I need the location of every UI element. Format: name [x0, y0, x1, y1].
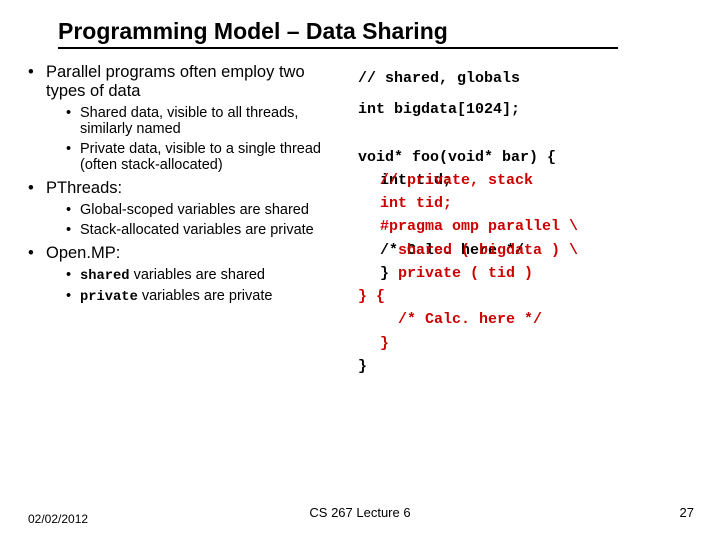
code-l10: /* Calc. here */	[358, 308, 678, 331]
footer-date: 02/02/2012	[28, 512, 88, 526]
code-l4-overlay: // private, stack	[380, 169, 533, 192]
code-l3: void* foo(void* bar) {	[358, 146, 678, 169]
txt-shared: variables are shared	[130, 267, 265, 283]
code-l12: }	[358, 355, 678, 378]
bullet-pthreads: PThreads: Global-scoped variables are sh…	[28, 179, 348, 238]
bullet-openmp-sub1: shared variables are shared	[66, 267, 348, 284]
bullet-intro: Parallel programs often employ two types…	[28, 63, 348, 173]
footer-center: CS 267 Lecture 6	[309, 505, 410, 520]
left-column: Parallel programs often employ two types…	[28, 63, 348, 378]
code-l5: int tid;	[358, 192, 678, 215]
code-l6: #pragma omp parallel \	[358, 215, 678, 238]
code-l9a: }	[358, 288, 376, 305]
txt-private: variables are private	[138, 288, 273, 304]
code-l2: int bigdata[1024];	[358, 98, 678, 121]
code-l8-overlay: private ( tid )	[398, 262, 533, 285]
bullet-openmp-text: Open.MP:	[46, 244, 120, 262]
bullet-pthreads-text: PThreads:	[46, 179, 122, 197]
bullet-pthreads-sub1: Global-scoped variables are shared	[66, 202, 348, 218]
footer-page-number: 27	[680, 505, 694, 520]
bullet-pthreads-sub2: Stack-allocated variables are private	[66, 222, 348, 238]
code-l1: // shared, globals	[358, 67, 678, 90]
slide-title: Programming Model – Data Sharing	[58, 18, 618, 49]
code-l7-overlay: shared ( bigdata ) \	[398, 239, 578, 262]
code-l8-black: }	[380, 265, 389, 282]
bullet-intro-sub2: Private data, visible to a single thread…	[66, 141, 348, 173]
bullet-intro-sub1: Shared data, visible to all threads, sim…	[66, 105, 348, 137]
code-l11: }	[358, 332, 678, 355]
kw-shared: shared	[80, 269, 130, 284]
code-block: // shared, globals int bigdata[1024]; vo…	[358, 63, 678, 378]
bullet-intro-text: Parallel programs often employ two types…	[46, 63, 305, 100]
bullet-openmp-sub2: private variables are private	[66, 288, 348, 305]
code-l9b: {	[376, 288, 385, 305]
kw-private: private	[80, 290, 138, 305]
bullet-openmp: Open.MP: shared variables are shared pri…	[28, 244, 348, 305]
